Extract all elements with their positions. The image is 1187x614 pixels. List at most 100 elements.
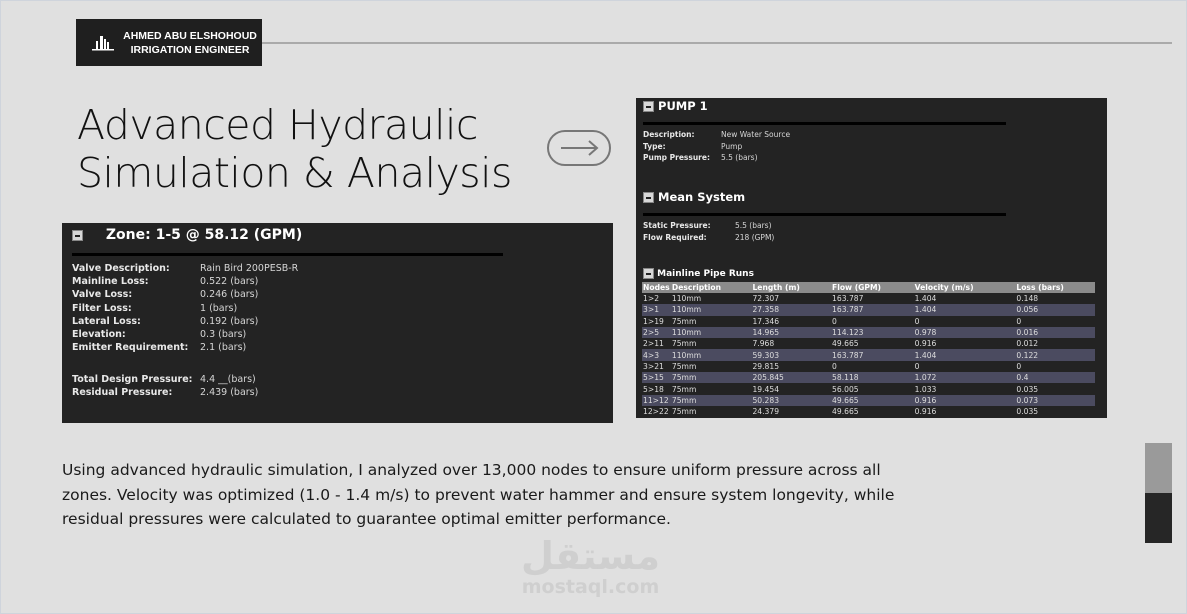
header-divider (262, 42, 1172, 44)
detail-value: 0.3 (bars) (200, 329, 247, 341)
table-cell: 0 (832, 316, 837, 326)
detail-label: Mainline Loss: (72, 276, 149, 288)
table-cell: 58.118 (831, 372, 914, 384)
collapse-icon[interactable] (643, 192, 654, 203)
table-cell: 2>5 (642, 326, 671, 339)
table-row: 2>5 110mm 14.965 114.123 0.978 0.016 (642, 326, 1095, 339)
table-cell: 75mm (670, 394, 752, 406)
table-cell: 14.965 (751, 326, 832, 339)
detail-row: Total Design Pressure: 4.4 __(bars) (72, 373, 258, 386)
detail-row: Valve Description: Rain Bird 200PESB-R (72, 262, 298, 275)
table-row: 5>18 75mm 19.454 56.005 1.033 0.035 (642, 383, 1095, 394)
table-cell: 110mm (671, 294, 702, 304)
table-cell: 49.665 (831, 394, 914, 406)
table-row: 11>12 75mm 50.283 49.665 0.916 0.073 (642, 394, 1095, 406)
detail-label: Residual Pressure: (72, 387, 173, 399)
table-cell: 17.346 (752, 316, 780, 326)
table-cell: 5>15 (642, 372, 671, 384)
detail-value: 5.5 (bars) (735, 221, 772, 230)
detail-value: New Water Source (721, 130, 791, 139)
column-header: Nodes (642, 282, 671, 293)
table-row: 3>1 110mm 27.358 163.787 1.404 0.056 (642, 304, 1095, 316)
table-cell: 0.916 (914, 407, 937, 417)
table-cell: 0 (1016, 361, 1022, 371)
table-cell: 11>12 (642, 394, 671, 406)
detail-row: Type: Pump (643, 141, 790, 153)
table-cell: 1.033 (914, 384, 937, 394)
table-cell: 0 (1016, 316, 1022, 326)
zone-heading: Zone: 1-5 @ 58.12 (GPM) (105, 227, 303, 243)
column-header: Length (m) (751, 282, 832, 293)
table-cell: 75mm (671, 316, 697, 326)
scrollbar[interactable] (1145, 443, 1172, 543)
table-cell: 75mm (670, 372, 752, 384)
table-cell: 3>1 (642, 304, 671, 316)
table-cell: 7.968 (752, 339, 775, 349)
table-row: 1>2 110mm 72.307 163.787 1.404 0.148 (642, 293, 1095, 304)
table-cell: 50.283 (751, 394, 832, 406)
table-row: 2>11 75mm 7.968 49.665 0.916 0.012 (642, 338, 1095, 349)
column-header: Loss (bars) (1015, 282, 1095, 293)
table-cell: 163.787 (831, 304, 914, 316)
author-name: AHMED ABU ELSHOHOUD (123, 30, 257, 42)
author-logo: AHMED ABU ELSHOHOUD IRRIGATION ENGINEER (76, 19, 262, 66)
table-cell: 75mm (671, 407, 697, 417)
detail-label: Elevation: (72, 329, 126, 341)
detail-value: Rain Bird 200PESB-R (200, 263, 299, 274)
collapse-icon[interactable] (643, 101, 654, 112)
table-cell: 0 (914, 361, 920, 371)
table-cell: 0.016 (1015, 326, 1095, 339)
detail-value: Pump (721, 141, 743, 151)
table-cell: 1>19 (643, 316, 664, 326)
table-cell: 0.073 (1015, 394, 1095, 406)
detail-row: Mainline Loss: 0.522 (bars) (72, 275, 298, 288)
collapse-icon[interactable] (72, 229, 83, 241)
arrow-icon (547, 130, 611, 166)
detail-value: 0.522 (bars) (200, 276, 259, 288)
building-icon (92, 36, 114, 51)
table-row: 1>19 75mm 17.346 0 0 0 (642, 316, 1095, 327)
table-cell: 0.4 (1015, 372, 1095, 384)
title-line-1: Advanced Hydraulic (77, 101, 478, 149)
page-title: Advanced Hydraulic Simulation & Analysis (77, 101, 512, 197)
table-row: 3>21 75mm 29.815 0 0 0 (642, 361, 1095, 372)
table-cell: 3>21 (643, 361, 664, 371)
mean-system-heading: Mean System (658, 190, 746, 204)
detail-row: Emitter Requirement: 2.1 (bars) (72, 341, 298, 354)
detail-row: Flow Required: 218 (GPM) (643, 232, 774, 244)
table-cell: 163.787 (832, 294, 864, 304)
table-cell: 1.404 (913, 349, 1016, 361)
table-cell: 49.665 (832, 339, 859, 349)
table-cell: 29.815 (752, 361, 780, 371)
detail-value: 2.1 (bars) (200, 342, 247, 354)
table-cell: 49.665 (832, 407, 859, 417)
detail-value: 0.192 (bars) (200, 315, 259, 327)
table-cell: 0.978 (913, 326, 1016, 339)
zone-report-panel: Zone: 1-5 @ 58.12 (GPM) Valve Descriptio… (62, 223, 613, 423)
table-cell: 1>2 (643, 294, 660, 304)
collapse-icon[interactable] (643, 268, 654, 279)
table-cell: 110mm (670, 326, 752, 339)
column-header: Description (670, 282, 752, 293)
table-cell: 110mm (670, 349, 752, 361)
scrollbar-thumb[interactable] (1145, 443, 1172, 493)
column-header: Flow (GPM) (831, 282, 914, 293)
pump-heading: PUMP 1 (658, 99, 708, 113)
detail-label: Description: (643, 130, 695, 139)
detail-row: Static Pressure: 5.5 (bars) (643, 220, 774, 232)
divider (72, 253, 503, 256)
table-cell: 0 (914, 316, 920, 326)
pump-report-panel: PUMP 1 Description: New Water Source Type:… (636, 98, 1107, 418)
divider (643, 213, 1006, 216)
table-cell: 0.035 (1016, 384, 1039, 394)
table-cell: 0.122 (1015, 349, 1095, 361)
mainline-pipe-table: Nodes Description Length (m) Flow (GPM) Velo… (642, 282, 1095, 417)
detail-label: Static Pressure: (643, 221, 711, 230)
column-header: Velocity (m/s) (913, 282, 1016, 293)
table-cell: 75mm (671, 339, 697, 349)
slide: AHMED ABU ELSHOHOUD IRRIGATION ENGINEER … (0, 0, 1187, 614)
detail-label: Pump Pressure: (643, 153, 710, 162)
detail-value: 1 (bars) (200, 302, 238, 314)
table-cell: 5>18 (643, 384, 664, 394)
detail-label: Flow Required: (643, 232, 707, 242)
